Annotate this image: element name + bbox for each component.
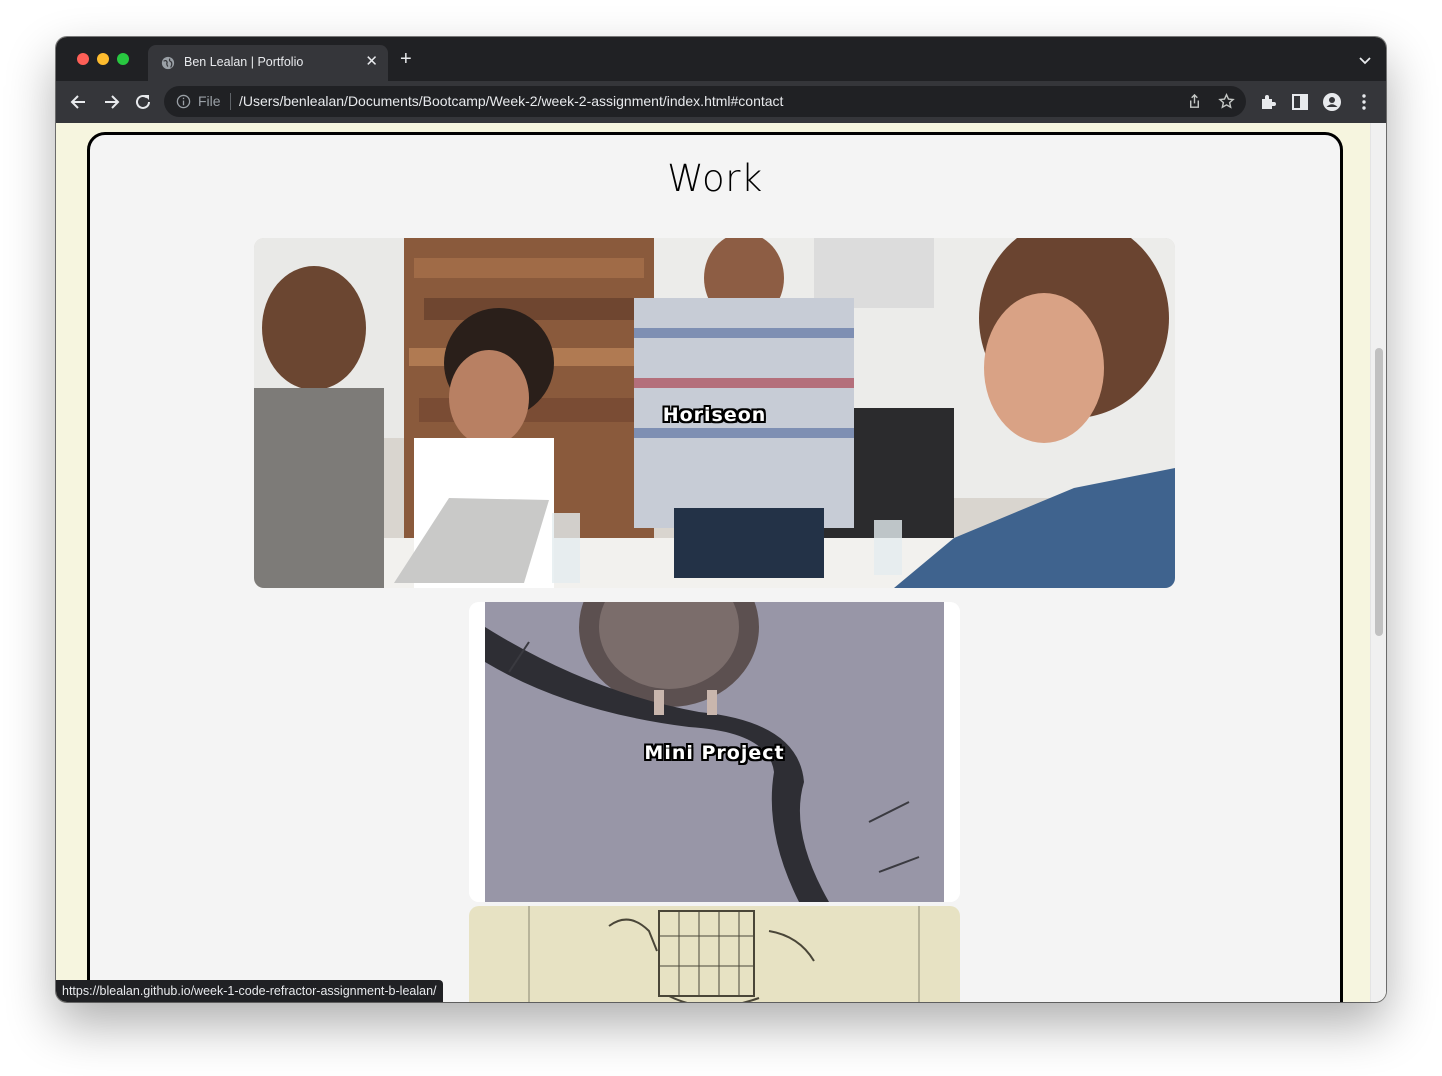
- globe-icon: [161, 56, 175, 70]
- kebab-menu-icon[interactable]: [1354, 92, 1374, 112]
- browser-window: Ben Lealan | Portfolio ✕ + File /Users/b…: [56, 37, 1386, 1002]
- vintage-patent-drawing: [469, 906, 960, 1002]
- plus-icon[interactable]: +: [400, 49, 412, 69]
- address-bar[interactable]: File /Users/benlealan/Documents/Bootcamp…: [164, 86, 1246, 117]
- profile-icon[interactable]: [1322, 92, 1342, 112]
- work-section: Work Horiseon Mini Project: [87, 132, 1343, 1002]
- status-url-bubble: https://blealan.github.io/week-1-code-re…: [56, 980, 443, 1002]
- project-label-mini-project: Mini Project: [644, 742, 785, 764]
- project-card-horiseon[interactable]: Horiseon: [254, 238, 1175, 588]
- tab-title: Ben Lealan | Portfolio: [184, 55, 304, 69]
- tab-strip: Ben Lealan | Portfolio ✕ +: [56, 37, 1386, 81]
- page-viewport: Work Horiseon Mini Project: [56, 123, 1386, 1002]
- divider: [230, 93, 231, 110]
- active-tab[interactable]: Ben Lealan | Portfolio ✕: [148, 45, 388, 81]
- minimize-window-button[interactable]: [97, 53, 109, 65]
- url-scheme: File: [198, 93, 221, 109]
- back-arrow-icon[interactable]: [68, 91, 90, 113]
- reload-icon[interactable]: [132, 91, 154, 113]
- project-card-mini-project[interactable]: Mini Project: [469, 602, 960, 902]
- project-card-3[interactable]: [469, 906, 960, 1002]
- extensions-icon[interactable]: [1258, 92, 1278, 112]
- maximize-window-button[interactable]: [117, 53, 129, 65]
- close-icon[interactable]: ✕: [365, 53, 378, 71]
- browser-toolbar: File /Users/benlealan/Documents/Bootcamp…: [56, 81, 1386, 123]
- star-icon[interactable]: [1218, 93, 1235, 110]
- project-label-horiseon: Horiseon: [662, 404, 767, 426]
- forward-arrow-icon[interactable]: [100, 91, 122, 113]
- url-text[interactable]: /Users/benlealan/Documents/Bootcamp/Week…: [239, 93, 783, 109]
- side-panel-icon[interactable]: [1290, 92, 1310, 112]
- chevron-down-icon[interactable]: [1358, 53, 1372, 67]
- info-icon[interactable]: [176, 94, 191, 109]
- share-icon[interactable]: [1186, 93, 1203, 110]
- scrollbar-thumb[interactable]: [1375, 348, 1383, 636]
- close-window-button[interactable]: [77, 53, 89, 65]
- section-title: Work: [667, 157, 763, 200]
- vertical-scrollbar[interactable]: [1370, 123, 1386, 1002]
